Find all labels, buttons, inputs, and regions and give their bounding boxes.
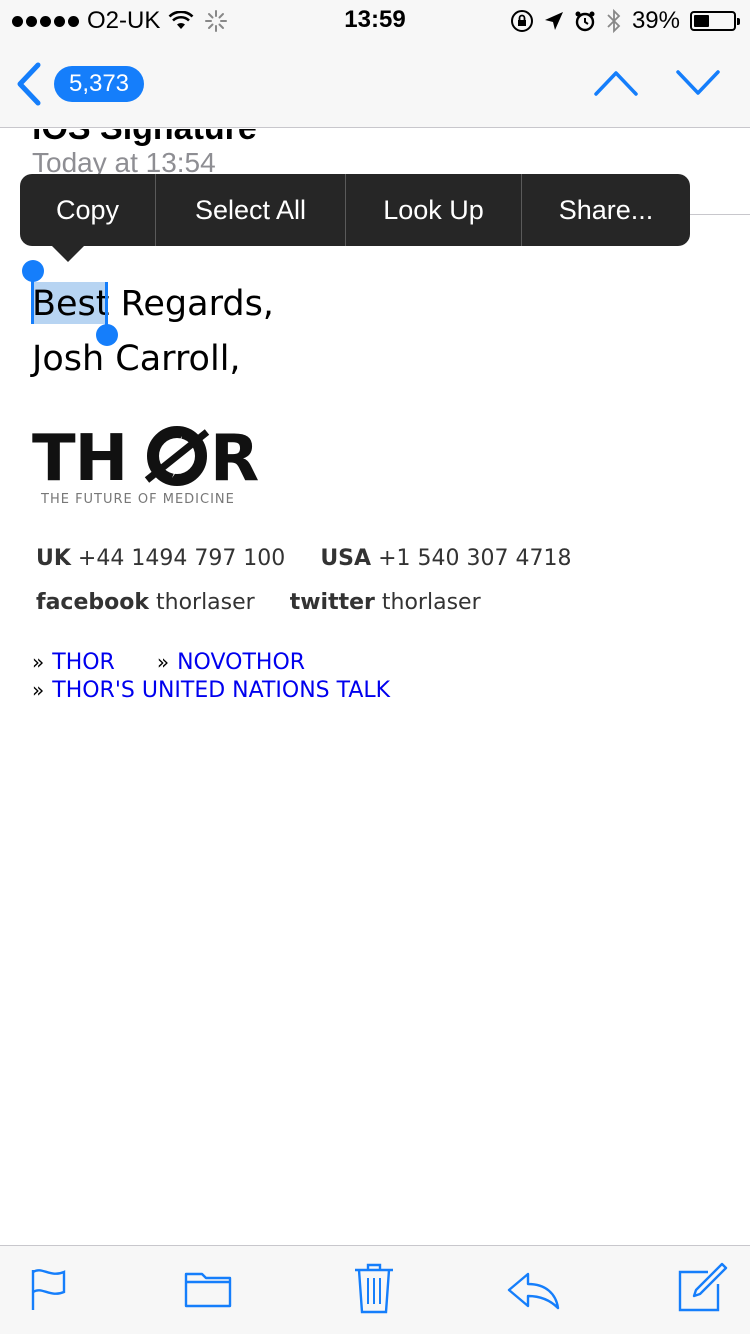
social-row: facebook thorlaser twitter thorlaser xyxy=(36,590,481,615)
mail-subject: iOS Signature xyxy=(32,129,257,148)
links-row-2: » THOR'S UNITED NATIONS TALK xyxy=(32,678,390,703)
svg-text:R: R xyxy=(210,422,259,496)
menu-share[interactable]: Share... xyxy=(522,174,690,246)
edit-context-menu: Copy Select All Look Up Share... xyxy=(20,174,690,246)
link-marker: » xyxy=(156,650,170,674)
body-line-name: Josh Carroll, xyxy=(32,339,241,379)
reply-icon[interactable] xyxy=(506,1270,560,1310)
back-count-badge[interactable]: 5,373 xyxy=(54,66,144,102)
thor-link[interactable]: THOR xyxy=(52,650,115,675)
bluetooth-icon xyxy=(607,8,621,34)
location-arrow-icon xyxy=(544,12,563,30)
flag-icon[interactable] xyxy=(30,1266,70,1312)
menu-look-up[interactable]: Look Up xyxy=(346,174,522,246)
orientation-lock-icon xyxy=(510,10,533,32)
phone-row: UK +44 1494 797 100 USA +1 540 307 4718 xyxy=(36,546,571,571)
battery-percent: 39% xyxy=(631,7,680,34)
uk-label: UK xyxy=(36,546,71,571)
back-chevron-icon[interactable] xyxy=(14,62,44,106)
novothor-link[interactable]: NOVOTHOR xyxy=(177,650,305,675)
usa-phone[interactable]: +1 540 307 4718 xyxy=(378,546,571,571)
trash-icon[interactable] xyxy=(354,1262,394,1314)
alarm-icon xyxy=(575,11,595,32)
navigation-bar: 5,373 xyxy=(0,40,750,128)
menu-select-all[interactable]: Select All xyxy=(156,174,346,246)
status-right: 39% xyxy=(510,6,740,36)
links-row-1: » THOR » NOVOTHOR xyxy=(32,650,305,675)
facebook-label: facebook xyxy=(36,590,149,615)
facebook-handle[interactable]: thorlaser xyxy=(156,590,255,615)
body-line-regards: Best Regards, xyxy=(32,284,274,324)
regards-text: Regards, xyxy=(109,284,274,324)
uk-phone[interactable]: +44 1494 797 100 xyxy=(78,546,285,571)
compose-icon[interactable] xyxy=(676,1262,728,1312)
next-message-icon[interactable] xyxy=(676,68,720,98)
menu-copy[interactable]: Copy xyxy=(20,174,156,246)
link-marker: » xyxy=(32,650,45,674)
selection-end-handle[interactable] xyxy=(96,324,118,346)
thor-logo[interactable]: TH R THE FUTURE OF MEDICINE xyxy=(32,422,282,508)
context-menu-pointer xyxy=(50,244,86,262)
selection-start-handle[interactable] xyxy=(22,260,44,282)
logo-tagline: THE FUTURE OF MEDICINE xyxy=(40,492,235,507)
un-talk-link[interactable]: THOR'S UNITED NATIONS TALK xyxy=(52,678,390,703)
selected-word[interactable]: Best xyxy=(32,284,110,324)
link-marker: » xyxy=(32,678,45,702)
folder-icon[interactable] xyxy=(184,1266,232,1308)
battery-icon xyxy=(690,11,740,31)
usa-label: USA xyxy=(320,546,372,571)
svg-text:TH: TH xyxy=(32,422,127,496)
status-bar: O2-UK 13:59 39% xyxy=(0,0,750,40)
bottom-toolbar xyxy=(0,1245,750,1334)
previous-message-icon[interactable] xyxy=(594,68,638,98)
twitter-handle[interactable]: thorlaser xyxy=(382,590,481,615)
twitter-label: twitter xyxy=(289,590,375,615)
